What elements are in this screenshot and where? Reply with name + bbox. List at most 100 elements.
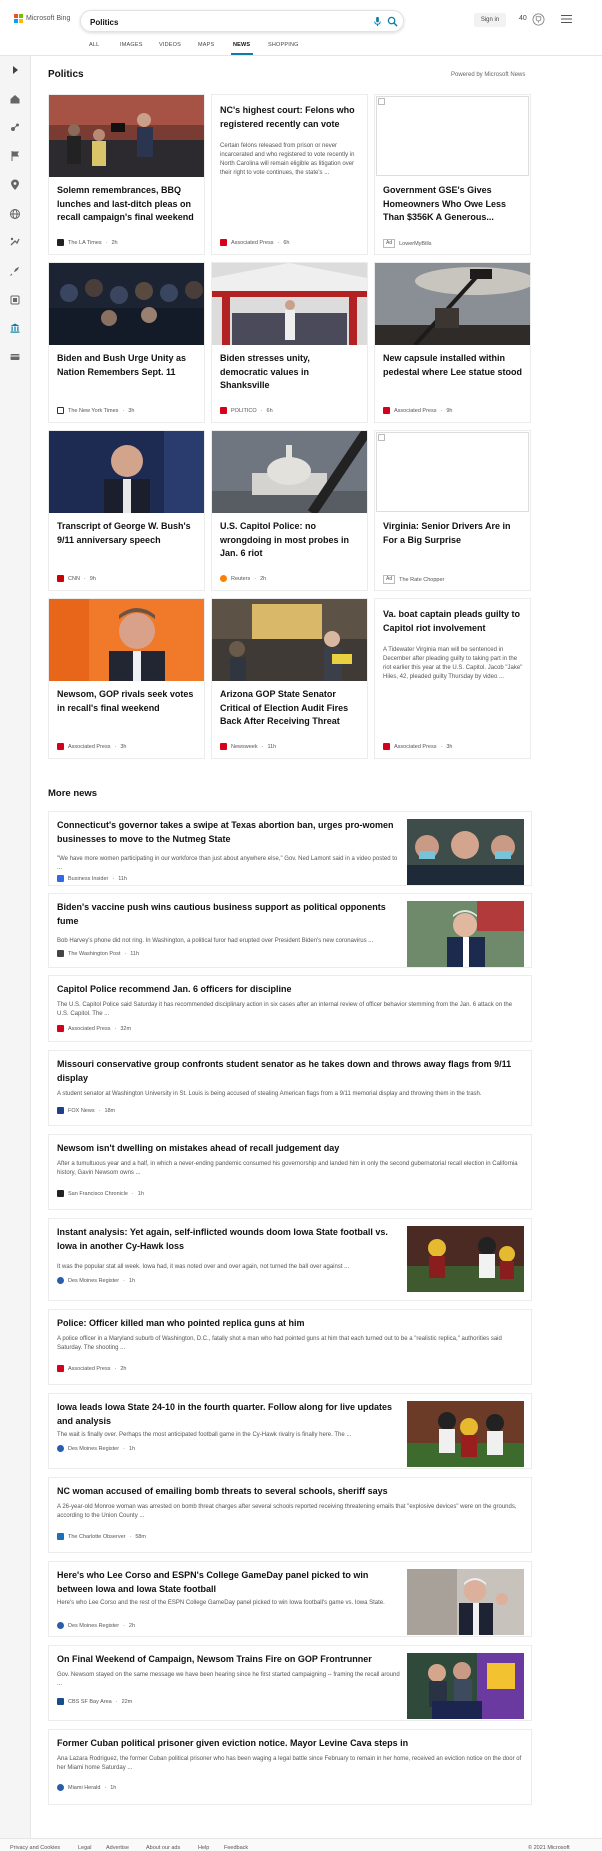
tab-maps[interactable]: MAPS — [198, 42, 214, 48]
card-headline[interactable]: Transcript of George W. Bush's 9/11 anni… — [57, 520, 197, 547]
la-times-logo-icon — [57, 239, 64, 246]
ad-card[interactable]: Government GSE's Gives Homeowners Who Ow… — [374, 94, 531, 255]
item-snippet: Gov. Newsom stayed on the same message w… — [57, 1672, 400, 1687]
hamburger-menu-icon[interactable] — [561, 15, 572, 23]
news-list-item[interactable]: Former Cuban political prisoner given ev… — [48, 1729, 532, 1805]
news-card[interactable]: Solemn remembrances, BBQ lunches and las… — [48, 94, 205, 255]
item-source: The Charlotte Observer · 58m — [57, 1533, 146, 1540]
news-list-item[interactable]: Connecticut's governor takes a swipe at … — [48, 811, 532, 886]
card-headline[interactable]: New capsule installed within pedestal wh… — [383, 352, 523, 379]
news-list-item[interactable]: On Final Weekend of Campaign, Newsom Tra… — [48, 1645, 532, 1721]
item-headline[interactable]: Here's who Lee Corso and ESPN's College … — [57, 1569, 402, 1596]
news-list-item[interactable]: Iowa leads Iowa State 24-10 in the fourt… — [48, 1393, 532, 1469]
news-card[interactable]: Va. boat captain pleads guilty to Capito… — [374, 598, 531, 759]
tab-all[interactable]: ALL — [89, 42, 99, 48]
home-icon[interactable] — [9, 93, 21, 105]
business-insider-logo-icon — [57, 875, 64, 882]
tab-news[interactable]: NEWS — [233, 42, 250, 48]
location-pin-icon[interactable] — [9, 179, 21, 191]
flag-icon[interactable] — [9, 150, 21, 162]
source-name: Newsweek — [231, 743, 258, 750]
footer-link-legal[interactable]: Legal — [78, 1845, 91, 1851]
card-headline[interactable]: Biden stresses unity, democratic values … — [220, 352, 360, 393]
science-icon[interactable] — [9, 121, 21, 133]
search-input[interactable] — [90, 15, 340, 29]
news-list-item[interactable]: Police: Officer killed man who pointed r… — [48, 1309, 532, 1385]
source-name: CNN — [68, 575, 80, 582]
sign-in-button[interactable]: Sign in — [474, 13, 506, 27]
news-card[interactable]: Biden stresses unity, democratic values … — [211, 262, 368, 423]
news-list-item[interactable]: Here's who Lee Corso and ESPN's College … — [48, 1561, 532, 1637]
globe-icon[interactable] — [9, 208, 21, 220]
item-headline[interactable]: Iowa leads Iowa State 24-10 in the fourt… — [57, 1401, 402, 1428]
news-card[interactable]: Biden and Bush Urge Unity as Nation Reme… — [48, 262, 205, 423]
item-headline[interactable]: On Final Weekend of Campaign, Newsom Tra… — [57, 1653, 402, 1667]
source-name: San Francisco Chronicle — [68, 1190, 128, 1197]
card-headline[interactable]: Government GSE's Gives Homeowners Who Ow… — [383, 184, 523, 225]
source-name: Reuters — [231, 575, 251, 582]
news-list-item[interactable]: Newsom isn't dwelling on mistakes ahead … — [48, 1134, 532, 1210]
item-thumbnail — [407, 819, 524, 885]
rewards-points[interactable]: 40 — [519, 15, 527, 22]
money-icon[interactable] — [9, 351, 21, 363]
news-card[interactable]: Transcript of George W. Bush's 9/11 anni… — [48, 430, 205, 591]
item-headline[interactable]: Connecticut's governor takes a swipe at … — [57, 819, 402, 846]
item-headline[interactable]: Former Cuban political prisoner given ev… — [57, 1737, 522, 1751]
ap-logo-icon — [57, 1025, 64, 1032]
card-headline[interactable]: NC's highest court: Felons who registere… — [220, 104, 360, 131]
item-headline[interactable]: Biden's vaccine push wins cautious busin… — [57, 901, 402, 928]
item-headline[interactable]: Newsom isn't dwelling on mistakes ahead … — [57, 1142, 522, 1156]
logo-text: Microsoft Bing — [26, 15, 71, 22]
source-time: 11h — [130, 950, 140, 957]
technology-icon[interactable] — [9, 236, 21, 248]
news-list-item[interactable]: Biden's vaccine push wins cautious busin… — [48, 893, 532, 968]
rocket-icon[interactable] — [9, 265, 21, 277]
tab-images[interactable]: IMAGES — [120, 42, 143, 48]
ad-image-placeholder — [375, 95, 530, 177]
microphone-icon[interactable] — [372, 16, 383, 27]
source-time: 2h — [128, 1622, 136, 1629]
newsweek-logo-icon — [220, 743, 227, 750]
footer-link-privacy[interactable]: Privacy and Cookies — [10, 1845, 60, 1851]
search-icon[interactable] — [387, 16, 398, 27]
news-card[interactable]: Arizona GOP State Senator Critical of El… — [211, 598, 368, 759]
tab-shopping[interactable]: SHOPPING — [268, 42, 299, 48]
footer-link-advertise[interactable]: Advertise — [106, 1845, 129, 1851]
source-time: 18m — [104, 1107, 116, 1114]
news-card[interactable]: New capsule installed within pedestal wh… — [374, 262, 531, 423]
item-headline[interactable]: Police: Officer killed man who pointed r… — [57, 1317, 522, 1331]
card-headline[interactable]: Newsom, GOP rivals seek votes in recall'… — [57, 688, 197, 715]
rewards-trophy-icon[interactable] — [532, 13, 545, 26]
bing-logo[interactable]: Microsoft Bing — [14, 14, 70, 23]
item-headline[interactable]: NC woman accused of emailing bomb threat… — [57, 1485, 522, 1499]
politics-icon[interactable] — [9, 322, 21, 334]
news-list-item[interactable]: NC woman accused of emailing bomb threat… — [48, 1477, 532, 1553]
news-card[interactable]: Newsom, GOP rivals seek votes in recall'… — [48, 598, 205, 759]
entertainment-icon[interactable] — [9, 294, 21, 306]
news-list-item[interactable]: Capitol Police recommend Jan. 6 officers… — [48, 975, 532, 1042]
ad-card[interactable]: Virginia: Senior Drivers Are in For a Bi… — [374, 430, 531, 591]
card-headline[interactable]: Solemn remembrances, BBQ lunches and las… — [57, 184, 197, 225]
news-list-item[interactable]: Instant analysis: Yet again, self-inflic… — [48, 1218, 532, 1301]
news-list-item[interactable]: Missouri conservative group confronts st… — [48, 1050, 532, 1126]
powered-by-label[interactable]: Powered by Microsoft News — [451, 72, 525, 78]
card-headline[interactable]: Biden and Bush Urge Unity as Nation Reme… — [57, 352, 197, 379]
footer-link-help[interactable]: Help — [198, 1845, 209, 1851]
cbs-sf-logo-icon — [57, 1698, 64, 1705]
footer-link-feedback[interactable]: Feedback — [224, 1845, 248, 1851]
item-headline[interactable]: Instant analysis: Yet again, self-inflic… — [57, 1226, 402, 1253]
tab-videos[interactable]: VIDEOS — [159, 42, 181, 48]
item-headline[interactable]: Missouri conservative group confronts st… — [57, 1058, 522, 1085]
card-headline[interactable]: Arizona GOP State Senator Critical of El… — [220, 688, 360, 729]
item-snippet: A 26-year-old Monroe woman was arrested … — [57, 1504, 517, 1519]
news-card[interactable]: U.S. Capitol Police: no wrongdoing in mo… — [211, 430, 368, 591]
card-headline[interactable]: Virginia: Senior Drivers Are in For a Bi… — [383, 520, 523, 547]
news-card[interactable]: NC's highest court: Felons who registere… — [211, 94, 368, 255]
card-headline[interactable]: Va. boat captain pleads guilty to Capito… — [383, 608, 523, 635]
item-headline[interactable]: Capitol Police recommend Jan. 6 officers… — [57, 983, 522, 997]
footer-link-about-ads[interactable]: About our ads — [146, 1845, 180, 1851]
source-time: 3h — [446, 743, 453, 750]
news-photo — [212, 263, 367, 345]
expand-arrow-icon[interactable] — [9, 64, 21, 76]
card-headline[interactable]: U.S. Capitol Police: no wrongdoing in mo… — [220, 520, 360, 561]
